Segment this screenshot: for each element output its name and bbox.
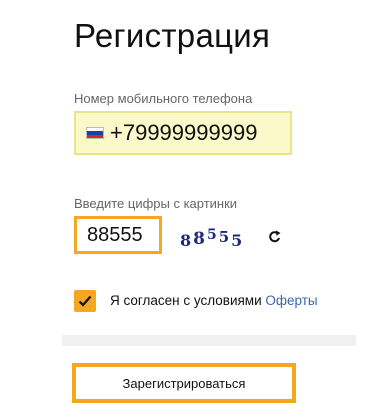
captcha-label: Введите цифры с картинки (74, 196, 238, 211)
register-button[interactable]: Зарегистрироваться (72, 363, 296, 403)
phone-field[interactable] (74, 111, 292, 155)
captcha-digit: 8 (180, 231, 194, 250)
captcha-digit: 5 (206, 227, 219, 243)
captcha-field[interactable] (74, 216, 167, 254)
checkmark-icon (78, 295, 92, 307)
captcha-image: 8 8 5 5 5 (180, 226, 244, 250)
captcha-digit: 5 (231, 231, 245, 250)
refresh-icon[interactable] (268, 229, 282, 245)
phone-input[interactable] (110, 120, 290, 146)
phone-label: Номер мобильного телефона (74, 91, 253, 106)
offer-link[interactable]: Оферты (265, 293, 317, 308)
page-title: Регистрация (74, 17, 271, 54)
captcha-digit: 8 (193, 229, 207, 249)
divider (62, 335, 356, 346)
agree-checkbox[interactable] (74, 290, 96, 312)
agree-label: Я согласен с условиями (110, 293, 262, 308)
russia-flag-icon (86, 127, 104, 139)
captcha-digit: 5 (218, 228, 232, 246)
captcha-input[interactable] (77, 223, 167, 247)
agree-text: Я согласен с условиями Оферты (110, 293, 318, 309)
